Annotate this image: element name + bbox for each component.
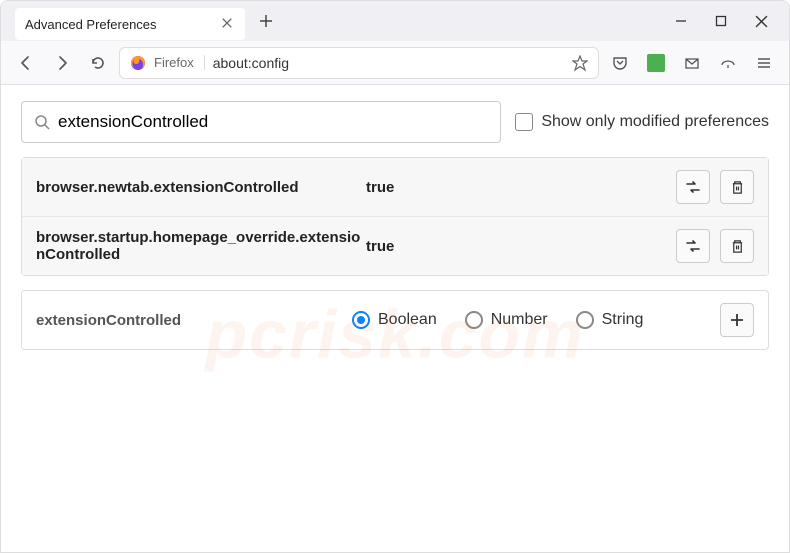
radio-number[interactable]: Number: [465, 311, 548, 329]
radio-input[interactable]: [576, 311, 594, 329]
pref-row[interactable]: browser.startup.homepage_override.extens…: [22, 217, 768, 275]
add-button[interactable]: [720, 303, 754, 337]
menu-button[interactable]: [749, 48, 779, 78]
maximize-button[interactable]: [713, 13, 729, 29]
search-input[interactable]: [58, 112, 488, 132]
tab-title: Advanced Preferences: [25, 17, 157, 32]
toggle-button[interactable]: [676, 229, 710, 263]
forward-button[interactable]: [47, 48, 77, 78]
radio-label: Number: [491, 311, 548, 329]
close-window-button[interactable]: [753, 13, 769, 29]
pref-value: true: [366, 238, 676, 255]
toggle-button[interactable]: [676, 170, 710, 204]
address-bar[interactable]: Firefox about:config: [119, 47, 599, 79]
radio-input[interactable]: [352, 311, 370, 329]
type-radio-group: Boolean Number String: [344, 311, 712, 329]
address-identity-label: Firefox: [154, 55, 205, 70]
new-pref-name: extensionControlled: [36, 312, 336, 329]
extension-green-icon[interactable]: [641, 48, 671, 78]
search-icon: [34, 114, 50, 130]
nav-toolbar: Firefox about:config: [1, 41, 789, 85]
show-modified-checkbox-label[interactable]: Show only modified preferences: [515, 113, 769, 131]
pref-table: browser.newtab.extensionControlled true …: [21, 157, 769, 276]
back-button[interactable]: [11, 48, 41, 78]
show-modified-checkbox[interactable]: [515, 113, 533, 131]
pref-actions: [676, 229, 754, 263]
titlebar: Advanced Preferences: [1, 1, 789, 41]
firefox-icon: [130, 55, 146, 71]
pref-name: browser.newtab.extensionControlled: [36, 179, 366, 196]
radio-label: Boolean: [378, 311, 437, 329]
content-area: pcrisk.com Show only modified preference…: [1, 85, 789, 552]
new-pref-row: extensionControlled Boolean Number Strin…: [21, 290, 769, 350]
window-controls: [673, 13, 781, 29]
address-url: about:config: [213, 55, 564, 71]
pocket-icon[interactable]: [605, 48, 635, 78]
inbox-icon[interactable]: [677, 48, 707, 78]
tab-active[interactable]: Advanced Preferences: [15, 8, 245, 40]
radio-input[interactable]: [465, 311, 483, 329]
pref-row[interactable]: browser.newtab.extensionControlled true: [22, 158, 768, 217]
profile-icon[interactable]: [713, 48, 743, 78]
new-tab-button[interactable]: [259, 14, 273, 28]
reload-button[interactable]: [83, 48, 113, 78]
radio-label: String: [602, 311, 644, 329]
minimize-button[interactable]: [673, 13, 689, 29]
pref-actions: [676, 170, 754, 204]
bookmark-star-icon[interactable]: [572, 55, 588, 71]
radio-string[interactable]: String: [576, 311, 644, 329]
delete-button[interactable]: [720, 170, 754, 204]
pref-value: true: [366, 179, 676, 196]
search-row: Show only modified preferences: [21, 101, 769, 143]
search-input-container[interactable]: [21, 101, 501, 143]
checkbox-label-text: Show only modified preferences: [541, 113, 769, 131]
delete-button[interactable]: [720, 229, 754, 263]
radio-boolean[interactable]: Boolean: [352, 311, 437, 329]
close-icon[interactable]: [221, 17, 235, 31]
pref-name: browser.startup.homepage_override.extens…: [36, 229, 366, 263]
window-frame: Advanced Preferences: [0, 0, 790, 553]
